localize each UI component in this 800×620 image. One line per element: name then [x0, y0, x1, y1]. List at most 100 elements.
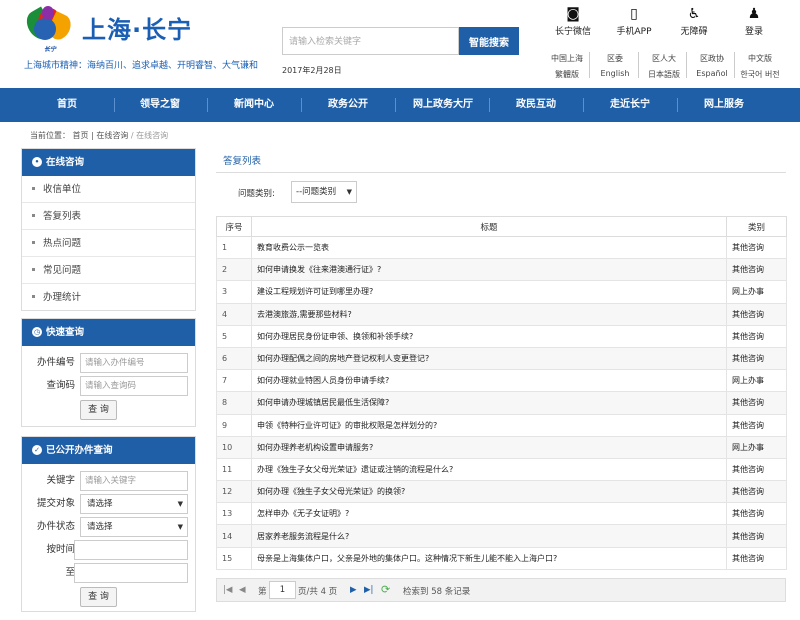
link-korean[interactable]: 한국어 버전: [734, 69, 786, 80]
table-row[interactable]: 8 如何申请办理城镇居民最低生活保障? 其他咨询: [216, 391, 787, 415]
row-title[interactable]: 如何办理就业特困人员身份申请手续?: [251, 369, 727, 393]
login-link[interactable]: ♟ 登录: [724, 6, 784, 37]
row-title[interactable]: 去港澳旅游,需要那些材料?: [251, 302, 727, 326]
content-tabs: 答复列表: [216, 148, 786, 173]
table-row[interactable]: 12 如何办理《独生子女父母光荣证》的换领? 其他咨询: [216, 480, 787, 504]
menu-answer-list[interactable]: 答复列表: [22, 203, 195, 230]
breadcrumb-home[interactable]: 首页: [73, 131, 89, 140]
target-select[interactable]: 请选择 ▼: [80, 494, 188, 514]
table-row[interactable]: 5 如何办理居民身份证申领、换领和补领手续? 其他咨询: [216, 324, 787, 348]
keyword-label: 关键字: [46, 475, 75, 486]
accessibility-link[interactable]: ♿ 无障碍: [664, 6, 724, 37]
table-row[interactable]: 14 居家养老服务流程是什么? 其他咨询: [216, 524, 787, 548]
row-number: 11: [216, 457, 252, 482]
row-title[interactable]: 如何申请换发《往来港澳通行证》?: [251, 258, 727, 282]
current-date: 2017年2月28日: [282, 66, 342, 75]
row-title[interactable]: 办理《独生子女父母光荣证》遗证或注销的流程是什么?: [251, 457, 727, 482]
nav-leaders[interactable]: 领导之窗: [120, 88, 200, 122]
row-title[interactable]: 如何办理养老机构设置申请服务?: [251, 435, 727, 459]
quick-query-button[interactable]: 查 询: [80, 400, 117, 420]
row-title[interactable]: 如何办理配偶之间的房地产登记权利人变更登记?: [251, 346, 727, 371]
table-row[interactable]: 1 教育收费公示一览表 其他咨询: [216, 235, 787, 260]
breadcrumb: 当前位置： 首页 | 在线咨询 / 在线咨询: [30, 131, 169, 140]
page-number-input[interactable]: 1: [269, 581, 296, 599]
accessibility-icon: ♿: [687, 6, 701, 22]
table-row[interactable]: 9 申领《特种行业许可证》的审批权限是怎样划分的? 其他咨询: [216, 413, 787, 437]
status-label: 办件状态: [36, 521, 75, 532]
clock-icon: ◷: [32, 327, 42, 337]
table-row[interactable]: 6 如何办理配偶之间的房地产登记权利人变更登记? 其他咨询: [216, 346, 787, 371]
keyword-input[interactable]: 请输入关键字: [80, 471, 188, 491]
breadcrumb-consult[interactable]: 在线咨询: [96, 131, 128, 140]
link-district-committee[interactable]: 区委: [589, 53, 641, 64]
status-select[interactable]: 请选择 ▼: [80, 517, 188, 537]
row-number: 3: [216, 280, 252, 304]
link-spanish[interactable]: Español: [686, 69, 738, 78]
link-district-congress[interactable]: 区人大: [638, 53, 690, 64]
table-row[interactable]: 7 如何办理就业特困人员身份申请手续? 网上办事: [216, 369, 787, 393]
mobile-app-link[interactable]: ▯ 手机APP: [604, 6, 664, 37]
public-query-button[interactable]: 查 询: [80, 587, 117, 607]
answer-table: 序号 标题 类别 1 教育收费公示一览表 其他咨询 2 如何申请换发《往来港澳通行证》?…: [216, 216, 787, 570]
table-row[interactable]: 13 怎样申办《无子女证明》? 其他咨询: [216, 502, 787, 526]
accessibility-label: 无障碍: [680, 27, 708, 37]
menu-recipient-units[interactable]: 收信单位: [22, 176, 195, 203]
nav-interaction[interactable]: 政民互动: [496, 88, 576, 122]
record-summary: 检索到 58 条记录: [403, 587, 471, 597]
category-filter-select[interactable]: --问题类别 ▼: [291, 181, 357, 203]
row-number: 6: [216, 346, 252, 371]
nav-online-hall[interactable]: 网上政务大厅: [403, 88, 483, 122]
link-district-cppcc[interactable]: 区政协: [686, 53, 738, 64]
link-shanghai[interactable]: 中国上海: [541, 53, 593, 64]
table-row[interactable]: 10 如何办理养老机构设置申请服务? 网上办事: [216, 435, 787, 459]
nav-about[interactable]: 走近长宁: [590, 88, 670, 122]
search-button[interactable]: 智能搜索: [459, 27, 519, 55]
start-date-input[interactable]: [74, 540, 188, 560]
row-title[interactable]: 母亲是上海集体户口，父亲是外地的集体户口。这种情况下新生儿能不能入上海户口?: [251, 546, 727, 570]
row-title[interactable]: 居家养老服务流程是什么?: [251, 524, 727, 548]
prev-page-icon[interactable]: ◀: [239, 585, 246, 595]
chat-icon: •: [32, 157, 42, 167]
end-date-input[interactable]: [74, 563, 188, 583]
row-title[interactable]: 申领《特种行业许可证》的审批权限是怎样划分的?: [251, 413, 727, 437]
nav-home[interactable]: 首页: [27, 88, 107, 122]
table-row[interactable]: 2 如何申请换发《往来港澳通行证》? 其他咨询: [216, 258, 787, 282]
link-chinese[interactable]: 中文版: [734, 53, 786, 64]
nav-services[interactable]: 网上服务: [684, 88, 764, 122]
table-row[interactable]: 11 办理《独生子女父母光荣证》遗证或注销的流程是什么? 其他咨询: [216, 457, 787, 482]
last-page-icon[interactable]: ▶|: [364, 585, 373, 595]
table-row[interactable]: 4 去港澳旅游,需要那些材料? 其他咨询: [216, 302, 787, 326]
target-label: 提交对象: [36, 498, 75, 509]
changning-logo[interactable]: 长宁: [21, 6, 76, 53]
nav-news[interactable]: 新闻中心: [214, 88, 294, 122]
nav-gov-info[interactable]: 政务公开: [308, 88, 388, 122]
menu-hot-questions[interactable]: 热点问题: [22, 230, 195, 257]
menu-statistics[interactable]: 办理统计: [22, 284, 195, 311]
next-page-icon[interactable]: ▶: [350, 585, 357, 595]
row-title[interactable]: 怎样申办《无子女证明》?: [251, 502, 727, 526]
row-title[interactable]: 如何申请办理城镇居民最低生活保障?: [251, 391, 727, 415]
row-title[interactable]: 建设工程规划许可证到哪里办理?: [251, 280, 727, 304]
row-number: 13: [216, 502, 252, 526]
search-input[interactable]: [282, 27, 459, 55]
page-prefix: 第: [258, 587, 267, 597]
consult-panel: • 在线咨询 收信单位 答复列表 热点问题 常见问题 办理统计: [21, 148, 196, 311]
row-title[interactable]: 如何办理居民身份证申领、换领和补领手续?: [251, 324, 727, 348]
query-code-input[interactable]: 请输入查询码: [80, 376, 188, 396]
refresh-icon[interactable]: ⟳: [381, 583, 390, 596]
link-japanese[interactable]: 日本語版: [638, 69, 690, 80]
link-traditional[interactable]: 繁體版: [541, 69, 593, 80]
row-category: 其他咨询: [726, 346, 787, 371]
first-page-icon[interactable]: |◀: [223, 585, 232, 595]
case-number-input[interactable]: 请输入办件编号: [80, 353, 188, 373]
row-title[interactable]: 教育收费公示一览表: [251, 235, 727, 260]
row-title[interactable]: 如何办理《独生子女父母光荣证》的换领?: [251, 480, 727, 504]
link-english[interactable]: English: [589, 69, 641, 78]
table-row[interactable]: 15 母亲是上海集体户口，父亲是外地的集体户口。这种情况下新生儿能不能入上海户口?…: [216, 546, 787, 570]
wechat-link[interactable]: ◙ 长宁微信: [543, 6, 603, 37]
row-number: 1: [216, 235, 252, 260]
menu-faq[interactable]: 常见问题: [22, 257, 195, 284]
table-row[interactable]: 3 建设工程规划许可证到哪里办理? 网上办事: [216, 280, 787, 304]
main-nav: 首页 领导之窗 新闻中心 政务公开 网上政务大厅 政民互动 走近长宁 网上服务: [0, 88, 800, 122]
tab-answer-list[interactable]: 答复列表: [223, 153, 261, 167]
